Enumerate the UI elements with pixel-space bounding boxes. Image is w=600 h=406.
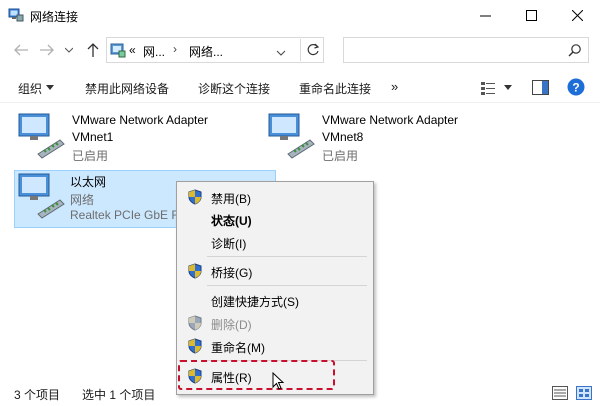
chevron-down-icon (46, 85, 54, 90)
breadcrumb-item-2[interactable]: 网络... (189, 43, 223, 60)
network-adapter-icon (18, 113, 65, 159)
help-icon: ? (567, 78, 585, 96)
refresh-button[interactable] (300, 39, 324, 61)
command-bar: 组织 禁用此网络设备 诊断这个连接 重命名此连接 » ? (0, 73, 600, 103)
ethernet-adapter-icon (18, 173, 65, 219)
network-connections-icon (8, 8, 24, 22)
maximize-button[interactable] (508, 0, 554, 31)
search-input[interactable] (343, 37, 589, 63)
preview-pane-button[interactable] (532, 80, 549, 95)
address-bar[interactable]: « 网... › 网络... (106, 37, 324, 63)
back-button[interactable] (12, 41, 30, 59)
menu-item-label: 创建快捷方式(S) (211, 295, 299, 309)
up-button[interactable] (84, 41, 102, 59)
menu-item-create-shortcut[interactable]: 创建快捷方式(S) (177, 289, 373, 311)
more-commands-button[interactable]: » (391, 79, 398, 94)
selected-count: 选中 1 个项目 (82, 388, 156, 402)
details-view-icon[interactable] (552, 386, 568, 400)
menu-separator (207, 256, 367, 257)
uac-shield-icon (188, 189, 202, 205)
forward-button[interactable] (38, 41, 56, 59)
rename-connection-button[interactable]: 重命名此连接 (299, 80, 371, 97)
view-details-icon (481, 82, 495, 95)
status-bar: 3 个项目 选中 1 个项目 (0, 380, 600, 406)
title-bar: 网络连接 (0, 0, 600, 31)
adapter-name-line2: VMnet8 (322, 130, 364, 144)
breadcrumb-item-1[interactable]: 网... (143, 43, 165, 60)
adapter-name-line2: VMnet1 (72, 130, 114, 144)
uac-shield-icon (188, 315, 202, 331)
menu-item-diagnose[interactable]: 诊断(I) (177, 231, 373, 253)
organize-menu[interactable]: 组织 (18, 80, 42, 97)
uac-shield-icon (188, 263, 202, 279)
minimize-icon (479, 15, 491, 17)
arrow-left-icon (14, 44, 28, 56)
breadcrumb-overflow[interactable]: « (129, 43, 136, 57)
arrow-up-icon (87, 43, 99, 57)
large-icons-view-icon[interactable] (576, 386, 592, 400)
menu-item-label: 桥接(G) (211, 266, 253, 280)
adapter-name: 以太网 (70, 175, 107, 189)
maximize-icon (525, 10, 537, 21)
window-title: 网络连接 (30, 10, 79, 24)
menu-item-status[interactable]: 状态(U) (177, 208, 373, 230)
chevron-down-icon (65, 47, 73, 53)
menu-item-bridge[interactable]: 桥接(G) (177, 260, 373, 282)
close-icon (571, 10, 583, 21)
uac-shield-icon (188, 338, 202, 354)
change-view-button[interactable] (480, 80, 496, 96)
disable-device-button[interactable]: 禁用此网络设备 (85, 80, 169, 97)
menu-item-label: 状态(U) (211, 214, 252, 228)
address-dropdown-button[interactable] (276, 45, 288, 56)
menu-item-label: 删除(D) (211, 318, 252, 332)
adapter-name: VMware Network Adapter (322, 113, 459, 127)
menu-separator (207, 285, 367, 286)
svg-text:?: ? (572, 81, 579, 95)
minimize-button[interactable] (462, 0, 508, 31)
list-item[interactable]: VMware Network Adapter VMnet1 已启用 (16, 110, 266, 166)
menu-item-label: 诊断(I) (211, 237, 247, 251)
help-button[interactable]: ? (567, 78, 585, 96)
search-icon (568, 44, 581, 57)
menu-item-rename[interactable]: 重命名(M) (177, 335, 373, 357)
adapter-name: VMware Network Adapter (72, 113, 209, 127)
adapter-type: 网络 (70, 193, 95, 207)
refresh-icon (307, 43, 319, 56)
menu-item-label: 重命名(M) (211, 341, 265, 355)
arrow-right-icon (40, 44, 54, 56)
item-count: 3 个项目 (14, 388, 61, 402)
preview-pane-icon (532, 80, 549, 95)
diagnose-connection-button[interactable]: 诊断这个连接 (198, 80, 270, 97)
list-item[interactable]: VMware Network Adapter VMnet8 已启用 (266, 110, 516, 166)
chevron-down-icon[interactable] (504, 85, 512, 90)
control-panel-icon (110, 43, 126, 58)
breadcrumb-separator[interactable]: › (173, 42, 177, 56)
recent-locations-button[interactable] (60, 41, 78, 59)
adapter-status: 已启用 (322, 149, 359, 163)
adapter-device: Realtek PCIe GbE F (70, 208, 179, 222)
menu-item-delete: 删除(D) (177, 312, 373, 334)
network-adapter-icon (268, 113, 315, 159)
adapter-status: 已启用 (72, 149, 109, 163)
close-button[interactable] (554, 0, 600, 31)
menu-item-disable[interactable]: 禁用(B) (177, 186, 373, 208)
chevron-down-icon (276, 50, 286, 56)
menu-item-label: 禁用(B) (211, 192, 251, 206)
